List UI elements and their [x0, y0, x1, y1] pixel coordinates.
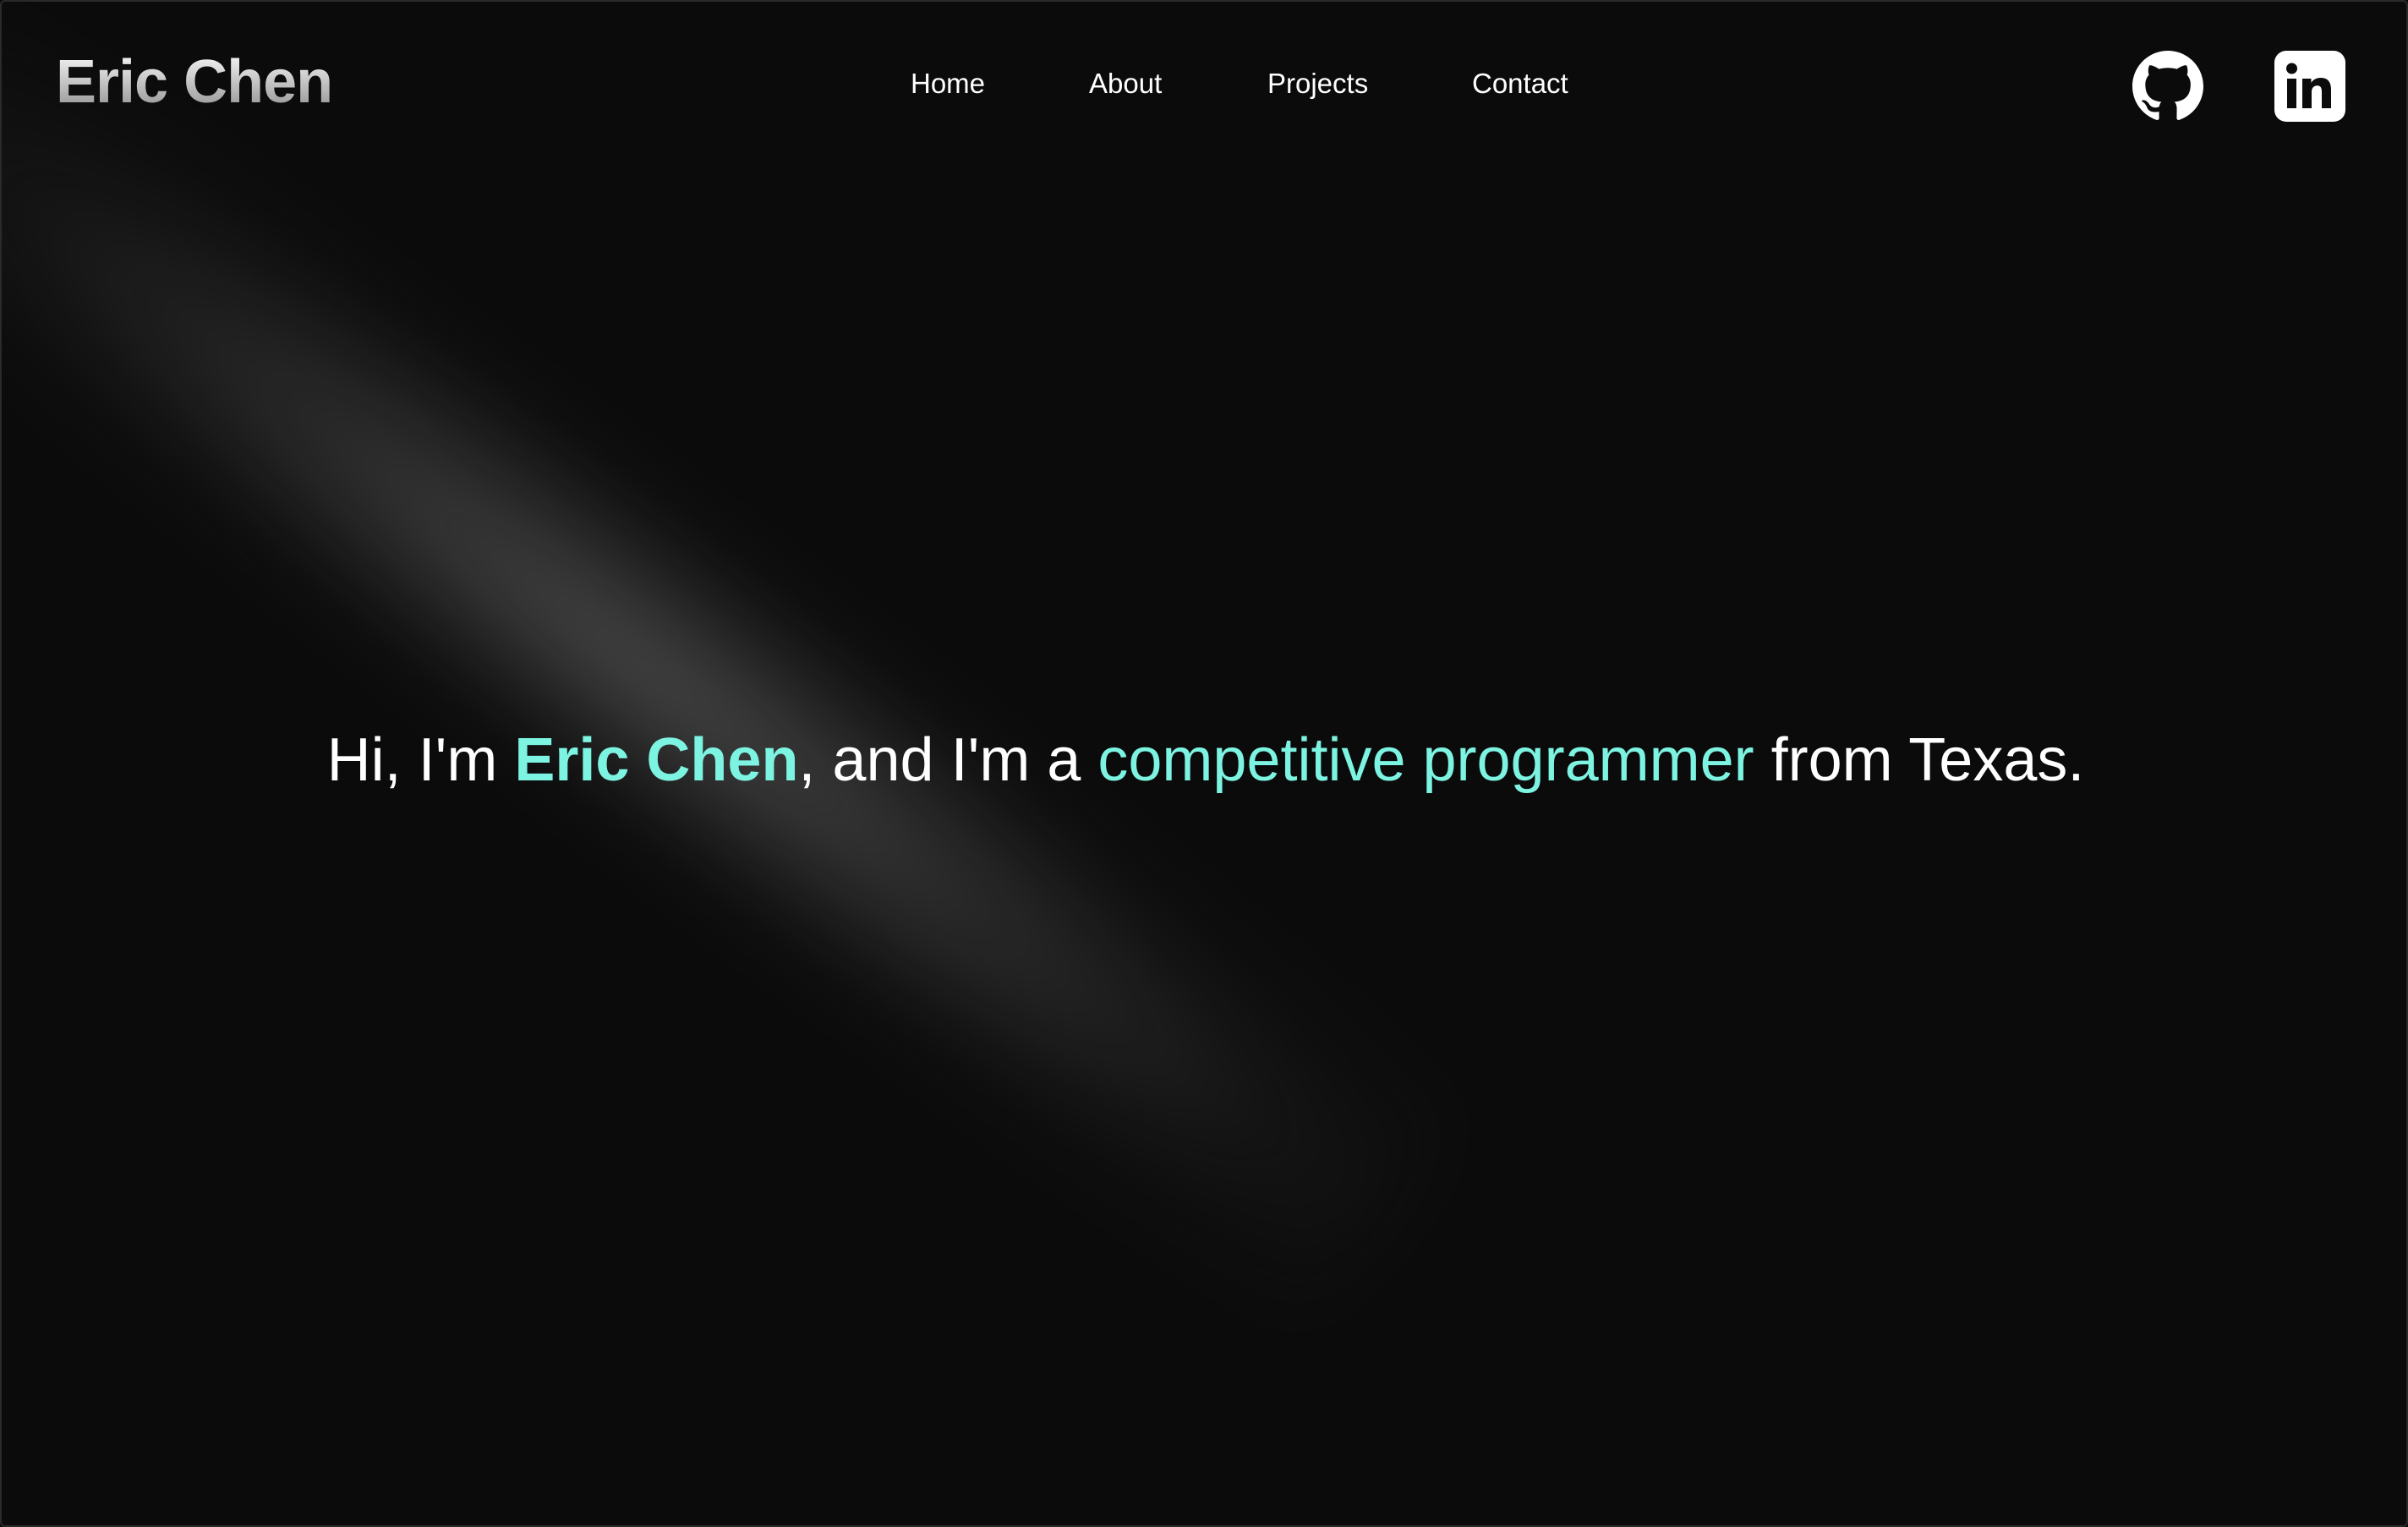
- page-frame: Eric Chen Home About Projects Contact Hi…: [0, 0, 2408, 1527]
- hero-prefix: Hi, I'm: [326, 726, 515, 794]
- github-link[interactable]: [2132, 51, 2203, 122]
- nav-link-contact[interactable]: Contact: [1472, 68, 1568, 100]
- nav-link-about[interactable]: About: [1089, 68, 1162, 100]
- github-icon: [2132, 51, 2203, 120]
- linkedin-link[interactable]: [2274, 51, 2345, 122]
- hero-heading: Hi, I'm Eric Chen, and I'm a competitive…: [2, 725, 2406, 795]
- hero-suffix: from Texas.: [1754, 726, 2085, 794]
- nav-link-projects[interactable]: Projects: [1267, 68, 1368, 100]
- hero-middle: , and I'm a: [798, 726, 1098, 794]
- navbar: Eric Chen Home About Projects Contact: [2, 2, 2406, 174]
- site-logo[interactable]: Eric Chen: [56, 47, 333, 117]
- background-glow: [2, 2, 1464, 1332]
- hero-role: competitive programmer: [1097, 726, 1754, 794]
- hero-name: Eric Chen: [514, 726, 799, 794]
- nav-link-home[interactable]: Home: [911, 68, 985, 100]
- linkedin-icon: [2274, 51, 2345, 122]
